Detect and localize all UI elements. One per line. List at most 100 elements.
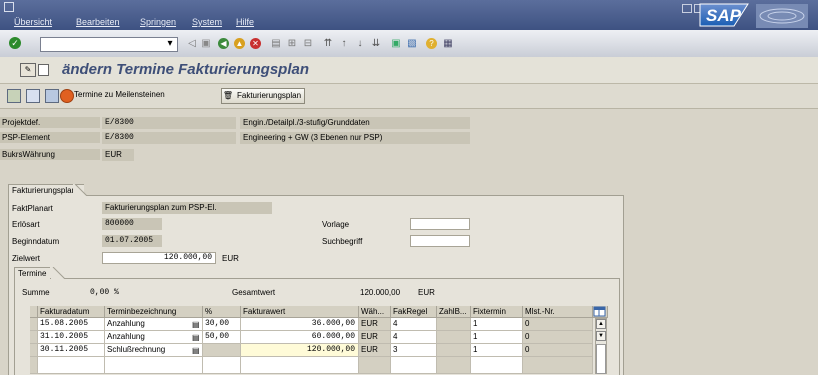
table-cell-fakturawert[interactable]: 60.000,00 [241,331,359,344]
zielwert-label: Zielwert [12,254,41,263]
find-next-icon[interactable]: ⊟ [302,38,314,50]
menu-uebersicht[interactable]: Übersicht [14,17,52,27]
table-cell-percent[interactable]: 50,00 [203,331,241,344]
table-cell-empty[interactable] [391,357,437,374]
table-cell-terminbezeichnung[interactable]: Anzahlung [105,331,203,344]
enter-checkmark-icon[interactable]: ✓ [9,37,21,49]
new-session-icon[interactable]: ▣ [390,38,402,50]
command-field[interactable] [40,37,178,52]
col-fakregel[interactable]: FakRegel [391,306,437,318]
zielwert-input[interactable]: 120.000,00 [102,252,216,264]
table-cell-empty[interactable] [105,357,203,374]
help-icon[interactable]: ? [426,38,437,49]
display-change-icon[interactable]: ✎ [20,63,36,77]
col-fakturadatum[interactable]: Fakturadatum [38,306,105,318]
last-page-icon[interactable]: ⇊ [370,38,382,50]
projektdef-field[interactable]: E/8300 [102,117,236,129]
table-cell-empty[interactable] [471,357,523,374]
table-cell-empty [523,357,593,374]
scroll-down-icon[interactable]: ▼ [596,331,606,341]
command-history-icon[interactable]: ▾ [164,38,176,50]
next-page-icon[interactable]: ↓ [354,38,366,50]
copy-icon[interactable] [26,89,40,103]
psp-element-label: PSP-Element [0,132,100,143]
exit-icon[interactable]: ▲ [234,38,245,49]
table-cell-fixtermin[interactable]: 1 [471,318,523,331]
screen-icon[interactable] [38,64,49,76]
col-waehrung[interactable]: Wäh... [359,306,391,318]
print-icon[interactable]: ▤ [270,38,282,50]
menu-bearbeiten[interactable]: Bearbeiten [76,17,120,27]
layout-menu-icon[interactable]: ▦ [442,38,454,50]
suchbegriff-input[interactable] [410,235,470,247]
table-cell-fakturadatum[interactable]: 31.10.2005 [38,331,105,344]
select-all-cell[interactable] [30,306,38,318]
previous-page-icon[interactable]: ↑ [338,38,350,50]
col-fakturawert[interactable]: Fakturawert [241,306,359,318]
trash-icon[interactable]: 🗑 [221,88,235,104]
table-cell-fixtermin[interactable]: 1 [471,344,523,357]
table-cell-fakturawert[interactable]: 120.000,00 [241,344,359,357]
table-cell-fakturadatum[interactable]: 30.11.2005 [38,344,105,357]
f4-help-icon[interactable]: ▤ [192,320,200,329]
erloesart-field[interactable]: 800000 [102,218,162,230]
row-selector[interactable] [30,344,38,357]
f4-help-icon[interactable]: ▤ [192,333,200,342]
table-settings-icon[interactable] [593,306,608,318]
table-cell-fakregel[interactable]: 4 [391,318,437,331]
beginndatum-field[interactable]: 01.07.2005 [102,235,162,247]
col-fixtermin[interactable]: Fixtermin [471,306,523,318]
back-icon[interactable]: ◀ [218,38,229,49]
f4-help-icon[interactable]: ▤ [192,346,200,355]
scroll-up-icon[interactable]: ▲ [596,319,606,329]
table-cell-fakregel[interactable]: 3 [391,344,437,357]
row-selector[interactable] [30,318,38,331]
zielwert-currency: EUR [222,254,239,263]
save-layout-icon[interactable] [45,89,59,103]
milestone-dates-button[interactable]: Termine zu Meilensteinen [72,88,168,102]
table-icon[interactable] [7,89,21,103]
table-cell-waehrung: EUR [359,318,391,331]
table-cell-empty[interactable] [203,357,241,374]
first-page-icon[interactable]: ⇈ [322,38,334,50]
table-cell-empty[interactable] [241,357,359,374]
menu-hilfe[interactable]: Hilfe [236,17,254,27]
minimize-button[interactable] [682,4,692,13]
table-cell-empty[interactable] [38,357,105,374]
bukrs-currency-label: BukrsWährung [0,149,100,160]
col-percent[interactable]: % [203,306,241,318]
table-cell-fakturadatum[interactable]: 15.08.2005 [38,318,105,331]
col-mlst-nr[interactable]: Mlst.-Nr. [523,306,593,318]
billing-plan-button[interactable]: Fakturierungsplan [234,88,306,104]
gesamtwert-label: Gesamtwert [232,288,276,297]
table-cell-fixtermin[interactable]: 1 [471,331,523,344]
menu-system[interactable]: System [192,17,222,27]
table-cell-fakregel[interactable]: 4 [391,331,437,344]
shortcut-icon[interactable]: ▧ [406,38,418,50]
scroll-thumb[interactable] [596,344,606,374]
table-cell-terminbezeichnung[interactable]: Anzahlung [105,318,203,331]
table-cell-percent[interactable]: 30,00 [203,318,241,331]
faktplanart-label: FaktPlanart [12,204,53,213]
gesamtwert-value: 120.000,00 [360,288,401,297]
back-arrow-icon[interactable]: ◁ [186,38,198,50]
row-selector[interactable] [30,331,38,344]
termine-tab[interactable]: Termine [14,267,51,280]
psp-element-field[interactable]: E/8300 [102,132,236,144]
menu-springen[interactable]: Springen [140,17,176,27]
table-cell-fakturawert[interactable]: 36.000,00 [241,318,359,331]
summe-label: Summe [22,288,50,297]
save-icon[interactable]: ▣ [200,38,212,50]
find-icon[interactable]: ⊞ [286,38,298,50]
bukrs-currency-field[interactable]: EUR [102,149,134,161]
cancel-icon[interactable]: ✕ [250,38,261,49]
col-zahlb[interactable]: ZahlB... [437,306,471,318]
table-cell-terminbezeichnung[interactable]: Schlußrechnung [105,344,203,357]
col-terminbezeichnung[interactable]: Terminbezeichnung [105,306,203,318]
header-block: Projektdef. E/8300 Engin./Detailpl./3-st… [0,112,470,166]
row-selector[interactable] [30,357,38,374]
sap-gui-icon[interactable] [4,2,14,12]
vorlage-input[interactable] [410,218,470,230]
table-cell-mlst-nr: 0 [523,344,593,357]
faktplanart-field[interactable]: Fakturierungsplan zum PSP-El. [102,202,272,214]
